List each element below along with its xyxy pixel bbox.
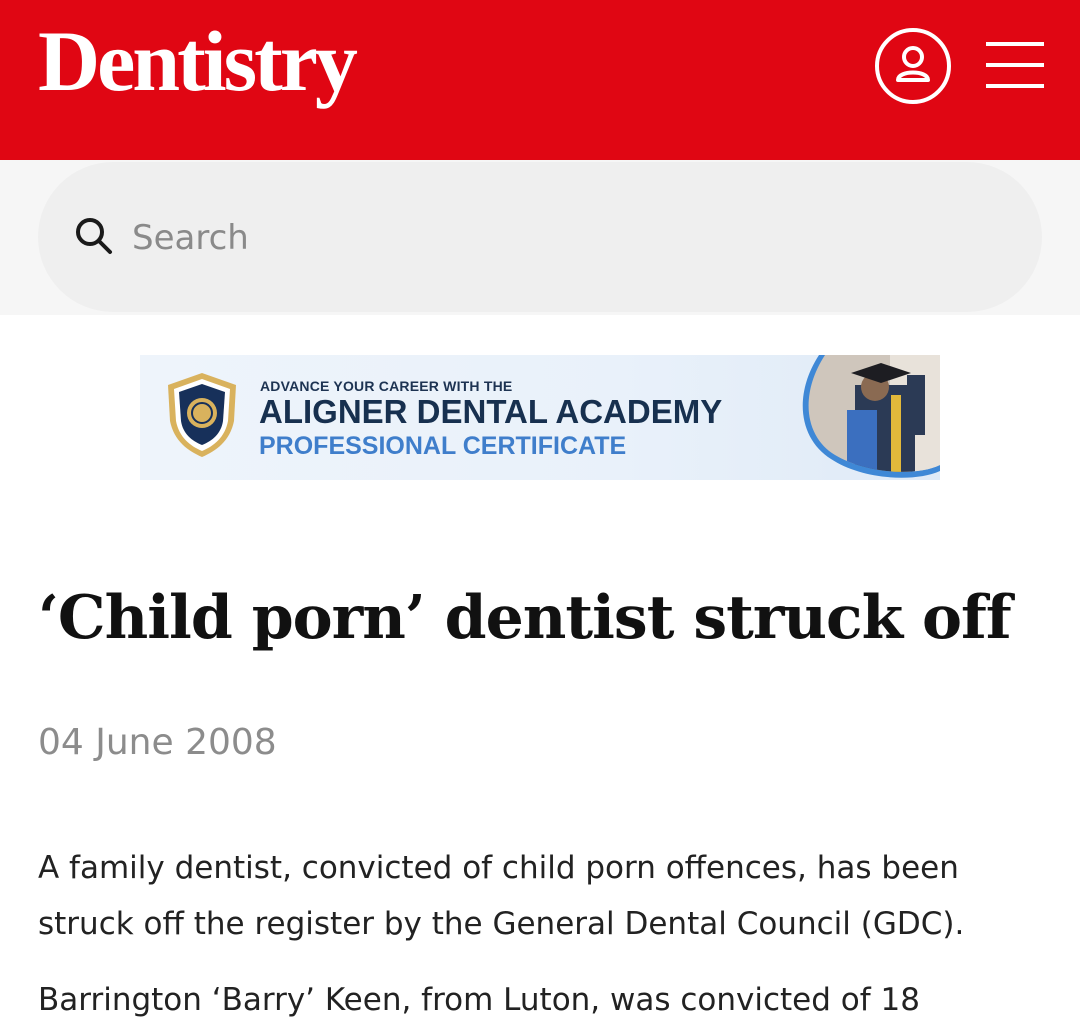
academy-shield-logo (168, 373, 236, 457)
account-button[interactable] (875, 28, 951, 104)
article-paragraph: A family dentist, convicted of child por… (38, 850, 965, 942)
user-icon (896, 46, 930, 82)
article-paragraph: Barrington ‘Barry’ Keen, from Luton, was… (38, 982, 920, 1018)
hamburger-menu-icon[interactable] (986, 42, 1044, 88)
banner-subtitle: PROFESSIONAL CERTIFICATE (259, 432, 627, 460)
banner-title: ALIGNER DENTAL ACADEMY (259, 393, 723, 430)
site-logo[interactable]: Dentistry (38, 6, 358, 116)
article-date: 04 June 2008 (38, 722, 277, 763)
ad-banner[interactable]: ADVANCE YOUR CAREER WITH THE ALIGNER DEN… (140, 355, 940, 480)
search-bar-area (0, 160, 1080, 315)
graduate-photo (802, 355, 940, 478)
article-title: ‘Child porn’ dentist struck off (38, 583, 1012, 653)
search-box[interactable] (38, 162, 1042, 312)
search-input[interactable] (130, 202, 1014, 274)
site-header: Dentistry (0, 0, 1080, 160)
banner-tagline: ADVANCE YOUR CAREER WITH THE (260, 378, 513, 394)
search-icon[interactable] (74, 216, 114, 256)
